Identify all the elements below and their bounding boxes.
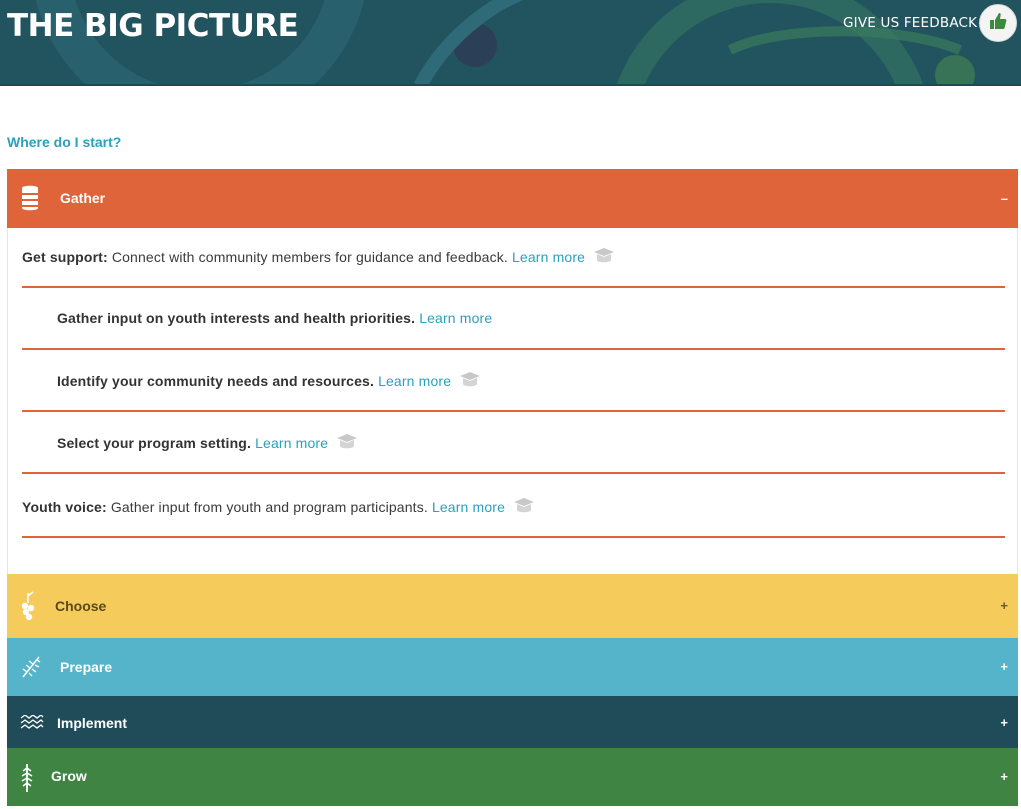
section-gather-label: Gather <box>60 190 106 206</box>
item-heading: Get support: <box>22 249 108 265</box>
berries-icon <box>20 591 36 621</box>
expand-toggle[interactable]: + <box>1000 659 1008 674</box>
section-prepare-label: Prepare <box>60 659 113 675</box>
list-item: Youth voice: Gather input from youth and… <box>22 478 1005 538</box>
item-text: Gather input from youth and program part… <box>106 499 432 515</box>
item-heading: Identify your community needs and resour… <box>57 373 375 389</box>
cap-icon <box>336 434 358 453</box>
learn-more-link[interactable]: Learn more <box>255 435 328 451</box>
section-grow-header[interactable]: Grow + <box>7 748 1018 806</box>
feedback-button[interactable] <box>979 4 1017 42</box>
list-item: Identify your community needs and resour… <box>22 352 1005 412</box>
learn-more-link[interactable]: Learn more <box>378 373 451 389</box>
expand-toggle[interactable]: + <box>1000 715 1008 730</box>
list-item: Gather input on youth interests and heal… <box>22 290 1005 350</box>
expand-toggle[interactable]: + <box>1000 598 1008 613</box>
thumbs-up-icon <box>988 11 1008 36</box>
feedback-link[interactable]: GIVE US FEEDBACK <box>843 15 977 31</box>
cap-icon <box>513 498 535 517</box>
tree-icon <box>21 764 33 792</box>
where-do-i-start-link[interactable]: Where do I start? <box>7 134 121 150</box>
section-gather-body: Get support: Connect with community memb… <box>7 228 1018 574</box>
cap-icon <box>459 372 481 391</box>
waves-icon <box>20 715 44 729</box>
collapse-toggle[interactable]: – <box>1001 191 1008 206</box>
site-header: THE BIG PICTURE GIVE US FEEDBACK <box>0 0 1021 86</box>
section-gather-header[interactable]: Gather – <box>7 169 1018 228</box>
learn-more-link[interactable]: Learn more <box>419 310 492 326</box>
basket-icon <box>20 184 40 212</box>
section-implement-header[interactable]: Implement + <box>7 696 1018 748</box>
section-grow-label: Grow <box>51 768 87 784</box>
learn-more-link[interactable]: Learn more <box>432 499 505 515</box>
list-item: Get support: Connect with community memb… <box>22 228 1005 288</box>
section-choose-label: Choose <box>55 598 107 614</box>
section-choose-header[interactable]: Choose + <box>7 574 1018 638</box>
item-heading: Youth voice: <box>22 499 107 515</box>
herb-icon <box>20 654 42 680</box>
cap-icon <box>593 248 615 267</box>
learn-more-link[interactable]: Learn more <box>512 249 585 265</box>
page-title: THE BIG PICTURE <box>7 8 299 44</box>
section-implement-label: Implement <box>57 715 128 731</box>
item-heading: Select your program setting. <box>57 435 252 451</box>
section-prepare-header[interactable]: Prepare + <box>7 638 1018 696</box>
item-heading: Gather input on youth interests and heal… <box>57 310 416 326</box>
item-text: Connect with community members for guida… <box>107 249 512 265</box>
list-item: Select your program setting. Learn more <box>22 414 1005 474</box>
expand-toggle[interactable]: + <box>1000 769 1008 784</box>
